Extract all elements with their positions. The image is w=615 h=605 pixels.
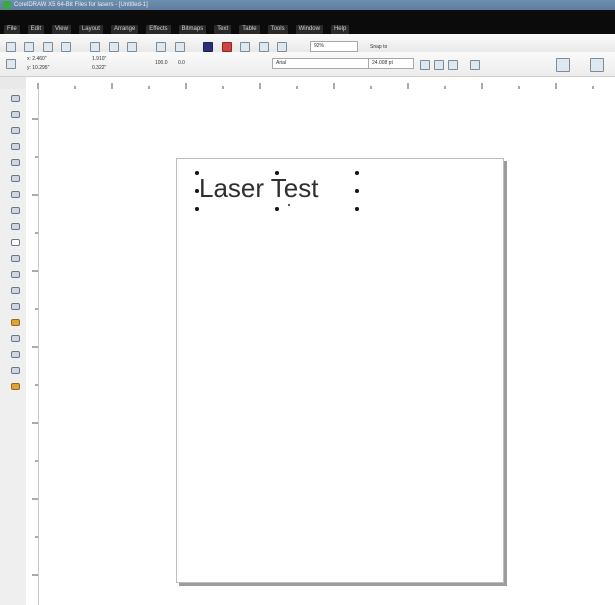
menu-text[interactable]: Text (214, 25, 232, 34)
basic-shapes-tool-icon[interactable] (11, 237, 20, 246)
selection-handle-bottom-middle[interactable] (275, 207, 279, 211)
eyedropper-tool-icon[interactable] (11, 317, 20, 326)
import-icon[interactable] (203, 41, 214, 52)
save-icon[interactable] (42, 41, 53, 52)
object-origin-icon[interactable] (6, 59, 16, 69)
dimension-tool-icon[interactable] (11, 285, 20, 294)
ellipse-tool-icon[interactable] (11, 205, 20, 214)
title-bar: CorelDRAW X5 64-Bit Files for lasers - [… (0, 0, 615, 10)
document-page[interactable]: Laser Test (176, 158, 504, 583)
outline-tool-icon[interactable] (11, 349, 20, 358)
open-icon[interactable] (24, 41, 35, 52)
window-title: CorelDRAW X5 64-Bit Files for lasers - [… (14, 2, 148, 8)
text-align-icon[interactable] (470, 60, 480, 70)
menu-window[interactable]: Window (295, 25, 323, 34)
selection-handle-top-middle[interactable] (275, 171, 279, 175)
smart-fill-tool-icon[interactable] (11, 173, 20, 182)
snap-to-dropdown[interactable]: Snap to (370, 44, 387, 50)
export-icon[interactable] (221, 41, 232, 52)
menu-help[interactable]: Help (330, 25, 350, 34)
selection-handle-bottom-left[interactable] (195, 207, 199, 211)
selection-handle-top-left[interactable] (195, 171, 199, 175)
italic-icon[interactable] (434, 60, 444, 70)
welcome-icon[interactable] (277, 41, 288, 52)
interactive-fill-tool-icon[interactable] (11, 333, 20, 342)
cut-icon[interactable] (90, 41, 101, 52)
x-position-field[interactable]: x: 2.460" (27, 56, 47, 62)
polygon-tool-icon[interactable] (11, 221, 20, 230)
table-tool-icon[interactable] (11, 269, 20, 278)
toolbox (0, 89, 27, 605)
menu-view[interactable]: View (52, 25, 71, 34)
menu-tools[interactable]: Tools (267, 25, 288, 34)
rectangle-tool-icon[interactable] (11, 189, 20, 198)
zoom-tool-icon[interactable] (11, 141, 20, 150)
angle-field[interactable]: 0.0 (178, 60, 185, 66)
zoom-select[interactable]: 92% (310, 41, 358, 53)
coreldraw-app-icon (3, 1, 11, 9)
vertical-ruler[interactable] (26, 89, 39, 605)
font-list-select[interactable]: Arial (272, 58, 370, 69)
selection-handle-middle-left[interactable] (195, 189, 199, 193)
paste-icon[interactable] (127, 41, 138, 52)
selection-handle-bottom-right[interactable] (355, 207, 359, 211)
drawing-workspace[interactable]: Laser Test (39, 89, 615, 605)
underline-icon[interactable] (448, 60, 458, 70)
scale-field[interactable]: 100.0 (155, 60, 168, 66)
connector-tool-icon[interactable] (11, 301, 20, 310)
shape-tool-icon[interactable] (11, 109, 20, 118)
text-properties-icon[interactable] (556, 58, 570, 72)
selection-handle-middle-right[interactable] (355, 189, 359, 193)
y-position-field[interactable]: y: 10.295" (27, 65, 49, 71)
edit-text-icon[interactable] (590, 58, 604, 72)
crop-tool-icon[interactable] (11, 125, 20, 134)
new-icon[interactable] (6, 41, 16, 52)
menu-file[interactable]: File (4, 25, 20, 34)
copy-icon[interactable] (108, 41, 119, 52)
publish-icon[interactable] (240, 41, 251, 52)
font-size-select[interactable]: 24.008 pt (368, 58, 414, 69)
bold-icon[interactable] (420, 60, 430, 70)
height-field[interactable]: 0.322" (92, 65, 106, 71)
menu-bitmaps[interactable]: Bitmaps (178, 25, 207, 34)
menu-bar: File Edit View Layout Arrange Effects Bi… (0, 10, 615, 34)
text-tool-icon[interactable] (11, 253, 20, 262)
fill-tool-icon[interactable] (11, 365, 20, 374)
menu-effects[interactable]: Effects (146, 25, 171, 34)
menu-arrange[interactable]: Arrange (110, 25, 139, 34)
text-object-laser-test[interactable]: Laser Test (199, 173, 318, 204)
width-field[interactable]: 1.910" (92, 56, 106, 62)
undo-icon[interactable] (156, 41, 167, 52)
redo-icon[interactable] (174, 41, 185, 52)
center-marker (288, 204, 290, 206)
print-icon[interactable] (61, 41, 72, 52)
property-bar: x: 2.460" y: 10.295" 1.910" 0.322" 100.0… (0, 52, 615, 77)
smart-drawing-tool-icon[interactable] (11, 381, 20, 390)
selection-handle-top-right[interactable] (355, 171, 359, 175)
menu-table[interactable]: Table (239, 25, 260, 34)
standard-toolbar: 92% Snap to (0, 34, 615, 53)
menu-edit[interactable]: Edit (27, 25, 45, 34)
launch-icon[interactable] (258, 41, 269, 52)
pick-tool-icon[interactable] (11, 93, 20, 102)
freehand-tool-icon[interactable] (11, 157, 20, 166)
menu-layout[interactable]: Layout (78, 25, 103, 34)
